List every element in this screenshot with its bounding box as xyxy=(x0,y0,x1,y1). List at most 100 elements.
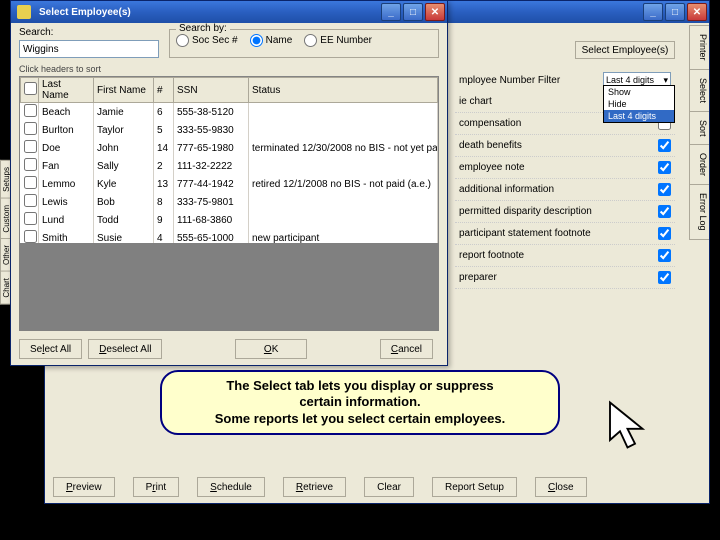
select-all-button[interactable]: Select All xyxy=(19,339,82,359)
minimize-button[interactable]: _ xyxy=(643,3,663,21)
cell-status xyxy=(249,193,438,211)
callout-line3: Some reports let you select certain empl… xyxy=(176,411,544,427)
row-checkbox[interactable] xyxy=(24,158,37,171)
col-number[interactable]: # xyxy=(154,78,174,103)
cell-ssn: 111-68-3860 xyxy=(174,211,249,229)
cell-ssn: 111-32-2222 xyxy=(174,157,249,175)
row-checkbox[interactable] xyxy=(24,104,37,117)
cell-lastname: Lund xyxy=(39,211,94,229)
schedule-button[interactable]: Schedule xyxy=(197,477,265,497)
search-by-group: Search by: Soc Sec # Name EE Number xyxy=(169,29,439,58)
cell-number: 6 xyxy=(154,103,174,122)
row-checkbox[interactable] xyxy=(24,194,37,207)
table-row[interactable]: BurltonTaylor5333-55-9830 xyxy=(21,121,438,139)
option-row: death benefits xyxy=(455,135,675,157)
option-label: compensation xyxy=(459,118,521,129)
row-checkbox[interactable] xyxy=(24,230,37,243)
option-label: ie chart xyxy=(459,96,492,107)
retrieve-button[interactable]: Retrieve xyxy=(283,477,346,497)
side-tab-printer[interactable]: Printer xyxy=(689,25,709,70)
cell-ssn: 777-65-1980 xyxy=(174,139,249,157)
side-tab-sort[interactable]: Sort xyxy=(689,111,709,146)
print-button[interactable]: Print xyxy=(133,477,180,497)
cell-status: retired 12/1/2008 no BIS - not paid (a.e… xyxy=(249,175,438,193)
col-ssn[interactable]: SSN xyxy=(174,78,249,103)
side-tabs: PrinterSelectSortOrderError Log xyxy=(689,25,709,239)
row-checkbox[interactable] xyxy=(24,122,37,135)
front-title: Select Employee(s) xyxy=(35,7,379,18)
cell-lastname: Lewis xyxy=(39,193,94,211)
grid-empty-area xyxy=(19,243,439,331)
row-checkbox[interactable] xyxy=(24,140,37,153)
side-tab-select[interactable]: Select xyxy=(689,69,709,112)
cell-ssn: 555-38-5120 xyxy=(174,103,249,122)
option-row: participant statement footnote xyxy=(455,223,675,245)
dialog-maximize-button[interactable]: □ xyxy=(403,3,423,21)
cell-ssn: 333-75-9801 xyxy=(174,193,249,211)
dialog-close-button[interactable]: ✕ xyxy=(425,3,445,21)
dropdown-item[interactable]: Last 4 digits xyxy=(604,110,674,122)
cell-ssn: 333-55-9830 xyxy=(174,121,249,139)
grid-header-row[interactable]: Last Name First Name # SSN Status xyxy=(21,78,438,103)
option-checkbox[interactable] xyxy=(658,249,671,262)
option-label: permitted disparity description xyxy=(459,206,592,217)
option-label: employee note xyxy=(459,162,525,173)
table-row[interactable]: FanSally2111-32-2222 xyxy=(21,157,438,175)
cell-status: terminated 12/30/2008 no BIS - not yet p… xyxy=(249,139,438,157)
close-button[interactable]: ✕ xyxy=(687,3,707,21)
option-row: employee note xyxy=(455,157,675,179)
option-row: permitted disparity description xyxy=(455,201,675,223)
radio-name[interactable]: Name xyxy=(250,34,293,47)
cell-status xyxy=(249,157,438,175)
ok-button[interactable]: OK xyxy=(235,339,307,359)
col-checkbox[interactable] xyxy=(21,78,39,103)
chevron-down-icon: ▾ xyxy=(663,75,668,86)
cell-firstname: Bob xyxy=(94,193,154,211)
option-checkbox[interactable] xyxy=(658,227,671,240)
option-checkbox[interactable] xyxy=(658,161,671,174)
deselect-all-button[interactable]: Deselect All xyxy=(88,339,162,359)
option-checkbox[interactable] xyxy=(658,205,671,218)
cell-lastname: Fan xyxy=(39,157,94,175)
dialog-minimize-button[interactable]: _ xyxy=(381,3,401,21)
option-checkbox[interactable] xyxy=(658,139,671,152)
cell-status xyxy=(249,103,438,122)
col-status[interactable]: Status xyxy=(249,78,438,103)
preview-button[interactable]: Preview xyxy=(53,477,115,497)
col-firstname[interactable]: First Name xyxy=(94,78,154,103)
clear-button[interactable]: Clear xyxy=(364,477,414,497)
row-checkbox[interactable] xyxy=(24,176,37,189)
cell-lastname: Burlton xyxy=(39,121,94,139)
option-row: additional information xyxy=(455,179,675,201)
filter-label: mployee Number Filter xyxy=(459,75,560,86)
dropdown-item[interactable]: Hide xyxy=(604,98,674,110)
close-report-button[interactable]: Close xyxy=(535,477,587,497)
search-box: Search: xyxy=(19,27,159,58)
table-row[interactable]: LewisBob8333-75-9801 xyxy=(21,193,438,211)
employee-grid: Last Name First Name # SSN Status BeachJ… xyxy=(19,76,439,254)
select-employees-button[interactable]: Select Employee(s) xyxy=(575,41,675,59)
row-checkbox[interactable] xyxy=(24,212,37,225)
col-lastname[interactable]: Last Name xyxy=(39,78,94,103)
radio-socsec[interactable]: Soc Sec # xyxy=(176,34,238,47)
cell-firstname: Kyle xyxy=(94,175,154,193)
option-checkbox[interactable] xyxy=(658,271,671,284)
table-row[interactable]: BeachJamie6555-38-5120 xyxy=(21,103,438,122)
search-section: Search: Search by: Soc Sec # Name EE Num… xyxy=(11,23,447,64)
maximize-button[interactable]: □ xyxy=(665,3,685,21)
side-tab-error-log[interactable]: Error Log xyxy=(689,184,709,240)
option-checkbox[interactable] xyxy=(658,183,671,196)
option-label: report footnote xyxy=(459,250,524,261)
dropdown-item[interactable]: Show xyxy=(604,86,674,98)
table-row[interactable]: LemmoKyle13777-44-1942retired 12/1/2008 … xyxy=(21,175,438,193)
cancel-button[interactable]: Cancel xyxy=(380,339,433,359)
side-tab-order[interactable]: Order xyxy=(689,144,709,185)
table-row[interactable]: LundTodd9111-68-3860 xyxy=(21,211,438,229)
option-row: report footnote xyxy=(455,245,675,267)
cell-number: 13 xyxy=(154,175,174,193)
search-input[interactable] xyxy=(19,40,159,58)
filter-dropdown-list[interactable]: ShowHideLast 4 digits xyxy=(603,85,675,123)
report-setup-button[interactable]: Report Setup xyxy=(432,477,517,497)
radio-eenumber[interactable]: EE Number xyxy=(304,34,372,47)
table-row[interactable]: DoeJohn14777-65-1980terminated 12/30/200… xyxy=(21,139,438,157)
